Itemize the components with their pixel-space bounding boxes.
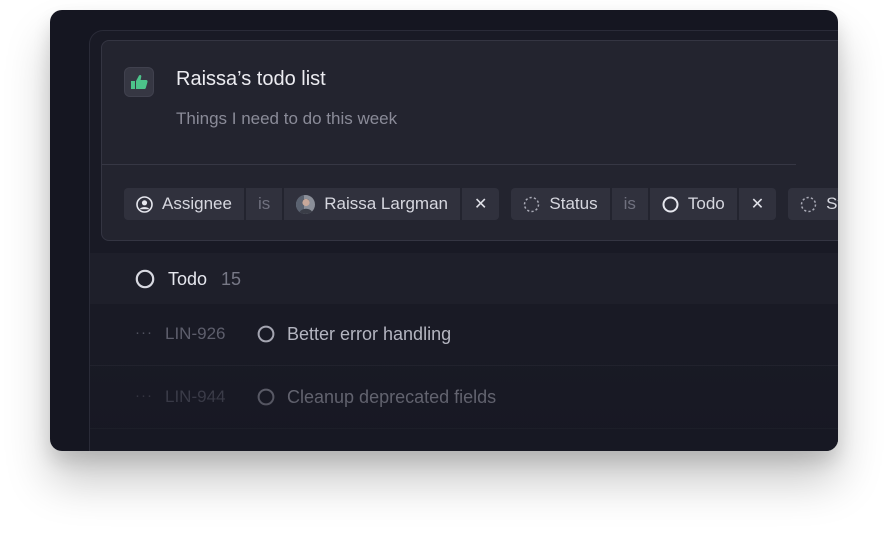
filter-field-label: Status: [549, 194, 598, 213]
view-header-card: Raissa’s todo list Things I need to do t…: [101, 40, 838, 241]
todo-circle-icon[interactable]: [257, 388, 275, 411]
group-count: 15: [221, 269, 242, 289]
more-options-icon[interactable]: ···: [135, 387, 153, 404]
filter-operator-button[interactable]: is: [245, 188, 283, 220]
avatar: [296, 194, 316, 214]
filter-field-label: St: [826, 194, 838, 213]
group-header-todo[interactable]: Todo 15: [90, 253, 838, 304]
issue-id: LIN-944: [165, 387, 226, 406]
todo-circle-icon: [135, 269, 155, 294]
filter-field-button[interactable]: Assignee: [124, 188, 244, 220]
issue-id: LIN-926: [165, 324, 226, 343]
filter-value-button[interactable]: Todo: [649, 188, 737, 220]
filter-field-button[interactable]: St: [788, 188, 838, 220]
dashed-circle-icon: [800, 196, 817, 213]
group-label: Todo: [168, 269, 208, 289]
issue-row[interactable]: ··· LIN-926 Better error handling: [90, 304, 838, 366]
filter-chip-assignee: Assignee is Raissa Largman ✕: [124, 188, 500, 220]
thumbs-up-icon[interactable]: [124, 67, 154, 97]
remove-filter-button[interactable]: ✕: [738, 188, 777, 220]
filter-value-label: Todo: [687, 194, 725, 213]
app-window: Raissa’s todo list Things I need to do t…: [50, 10, 838, 451]
view-title[interactable]: Raissa’s todo list: [176, 68, 326, 91]
todo-circle-icon[interactable]: [257, 325, 275, 348]
filter-operator-button[interactable]: is: [611, 188, 648, 220]
issue-row[interactable]: ··· LIN-944 Cleanup deprecated fields: [90, 367, 838, 429]
view-description[interactable]: Things I need to do this week: [176, 109, 397, 129]
dashed-circle-icon: [523, 196, 540, 213]
user-circle-icon: [136, 195, 153, 213]
issue-title: Cleanup deprecated fields: [287, 387, 497, 407]
filter-field-label: Assignee: [162, 194, 232, 213]
todo-circle-icon: [662, 196, 679, 213]
filter-value-label: Raissa Largman: [324, 194, 448, 213]
issue-title: Better error handling: [287, 324, 452, 344]
more-options-icon[interactable]: ···: [135, 324, 153, 341]
filter-field-button[interactable]: Status: [511, 188, 610, 220]
remove-filter-button[interactable]: ✕: [462, 188, 500, 220]
divider: [102, 164, 796, 165]
filter-bar: Assignee is Raissa Largman ✕ Status is T…: [124, 188, 838, 220]
filter-chip-status-2: St: [788, 188, 838, 220]
filter-value-button[interactable]: Raissa Largman: [284, 188, 460, 220]
filter-chip-status: Status is Todo ✕: [511, 188, 777, 220]
